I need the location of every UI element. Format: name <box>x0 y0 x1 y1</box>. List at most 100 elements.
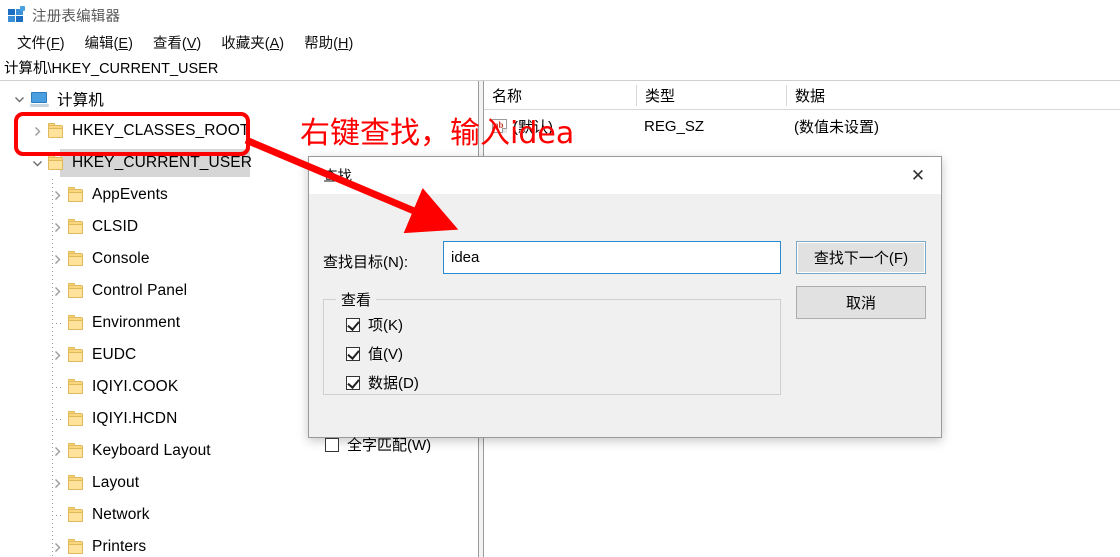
find-target-label: 查找目标(N): <box>323 254 408 271</box>
menu-edit-label: 编辑 <box>84 35 114 52</box>
chevron-down-icon[interactable] <box>8 94 30 105</box>
folder-icon <box>68 378 83 394</box>
menu-favorites[interactable]: 收藏夹(A) <box>212 30 293 55</box>
checkbox-value[interactable]: 值(V) <box>346 343 403 364</box>
menu-help[interactable]: 帮助(H) <box>295 30 362 55</box>
tree-item-label: Layout <box>92 474 140 491</box>
chevron-right-icon[interactable] <box>46 446 68 457</box>
find-dialog[interactable]: 查找 ✕ 查找目标(N): 查找下一个(F) 取消 查看 项(K) 值(V) <box>308 156 942 454</box>
title-bar: 注册表编辑器 <box>0 0 1120 30</box>
chevron-right-icon[interactable] <box>46 190 68 201</box>
values-list-header: 名称 类型 数据 <box>484 81 1120 110</box>
tree-item-layout[interactable]: Layout <box>0 467 478 499</box>
tree-item-label: 计算机 <box>57 92 104 109</box>
address-path: 计算机\HKEY_CURRENT_USER <box>4 60 219 77</box>
checkbox-key-label: 项(K) <box>368 317 403 334</box>
find-dialog-body: 查找目标(N): 查找下一个(F) 取消 查看 项(K) 值(V) 数据(D) <box>309 194 941 454</box>
chevron-right-icon[interactable] <box>46 286 68 297</box>
find-input[interactable] <box>443 241 781 274</box>
computer-icon <box>30 91 49 107</box>
chevron-down-icon[interactable] <box>26 158 48 169</box>
folder-icon <box>68 282 83 298</box>
registry-icon <box>8 6 25 23</box>
tree-item-label: Network <box>92 506 150 523</box>
menu-help-accel: H <box>337 35 349 52</box>
tree-item-network[interactable]: Network <box>0 499 478 531</box>
folder-icon <box>48 154 63 170</box>
tree-item-label: IQIYI.HCDN <box>92 410 178 427</box>
folder-icon <box>48 122 63 138</box>
menu-view[interactable]: 查看(V) <box>144 30 210 55</box>
tree-item-label: Printers <box>92 538 147 555</box>
menu-file-accel: F <box>50 35 60 52</box>
column-header-name[interactable]: 名称 <box>484 85 636 106</box>
find-dialog-titlebar: 查找 ✕ <box>309 157 941 194</box>
tree-item-label: Control Panel <box>92 282 188 299</box>
menu-file[interactable]: 文件(F) <box>8 30 74 55</box>
checkbox-key-box[interactable] <box>346 317 360 332</box>
menu-file-label: 文件 <box>17 35 46 52</box>
checkbox-whole-word-label: 全字匹配(W) <box>347 437 432 454</box>
folder-icon <box>68 186 83 202</box>
tree-item-label: HKEY_CURRENT_USER <box>72 154 252 171</box>
checkbox-whole-word[interactable]: 全字匹配(W) <box>325 434 431 455</box>
tree-item-computer[interactable]: 计算机 <box>0 83 478 115</box>
folder-icon <box>68 250 83 266</box>
checkbox-data-label: 数据(D) <box>368 375 419 392</box>
folder-icon <box>68 346 83 362</box>
checkbox-value-box[interactable] <box>346 346 360 361</box>
address-bar[interactable]: 计算机\HKEY_CURRENT_USER <box>0 54 1120 81</box>
tree-item-label: Environment <box>92 314 181 331</box>
folder-icon <box>68 474 83 490</box>
table-row[interactable]: (默认) REG_SZ (数值未设置) <box>484 110 1120 142</box>
checkbox-data-box[interactable] <box>346 375 360 390</box>
checkbox-data[interactable]: 数据(D) <box>346 372 419 393</box>
tree-item-label: CLSID <box>92 218 139 235</box>
menu-view-label: 查看 <box>152 35 182 52</box>
checkbox-whole-word-box[interactable] <box>325 437 339 452</box>
folder-icon <box>68 506 83 522</box>
folder-icon <box>68 538 83 554</box>
folder-icon <box>68 314 83 330</box>
folder-icon <box>68 218 83 234</box>
menu-favorites-accel: A <box>269 35 280 52</box>
column-header-type[interactable]: 类型 <box>636 84 786 106</box>
checkbox-value-label: 值(V) <box>368 346 403 363</box>
tree-item-hkey-classes-root[interactable]: HKEY_CLASSES_ROOT <box>0 115 478 147</box>
window-title: 注册表编辑器 <box>32 8 121 25</box>
chevron-right-icon[interactable] <box>46 254 68 265</box>
chevron-right-icon[interactable] <box>46 542 68 553</box>
view-group: 查看 项(K) 值(V) 数据(D) <box>323 289 781 395</box>
checkbox-key[interactable]: 项(K) <box>346 314 403 335</box>
registry-editor-window: 注册表编辑器 文件(F) 编辑(E) 查看(V) 收藏夹(A) 帮助(H) 计算… <box>0 0 1120 557</box>
chevron-right-icon[interactable] <box>46 478 68 489</box>
tree-item-printers[interactable]: Printers <box>0 531 478 557</box>
menu-help-label: 帮助 <box>304 35 334 52</box>
tree-item-label: IQIYI.COOK <box>92 378 179 395</box>
menu-edit[interactable]: 编辑(E) <box>76 30 142 55</box>
cell-name: (默认) <box>484 116 636 137</box>
menu-view-accel: V <box>186 35 197 52</box>
chevron-right-icon[interactable] <box>46 222 68 233</box>
cell-name-text: (默认) <box>513 118 553 136</box>
menu-edit-accel: E <box>118 35 129 52</box>
folder-icon <box>68 442 83 458</box>
column-header-data[interactable]: 数据 <box>786 84 1120 106</box>
tree-item-label: AppEvents <box>92 186 168 203</box>
chevron-right-icon[interactable] <box>26 126 48 137</box>
chevron-right-icon[interactable] <box>46 350 68 361</box>
tree-item-label: Console <box>92 250 150 267</box>
tree-item-label: HKEY_CLASSES_ROOT <box>72 122 250 139</box>
view-group-title: 查看 <box>336 289 377 310</box>
find-dialog-title: 查找 <box>323 169 352 185</box>
tree-item-label: Keyboard Layout <box>92 442 211 459</box>
menu-bar: 文件(F) 编辑(E) 查看(V) 收藏夹(A) 帮助(H) <box>0 30 1120 54</box>
menu-favorites-label: 收藏夹 <box>221 35 265 52</box>
cell-type: REG_SZ <box>644 117 705 135</box>
find-next-button[interactable]: 查找下一个(F) <box>796 241 926 274</box>
tree-item-label: EUDC <box>92 346 137 363</box>
string-value-icon <box>492 119 507 133</box>
folder-icon <box>68 410 83 426</box>
close-icon[interactable]: ✕ <box>895 157 941 194</box>
cancel-button[interactable]: 取消 <box>796 286 926 319</box>
